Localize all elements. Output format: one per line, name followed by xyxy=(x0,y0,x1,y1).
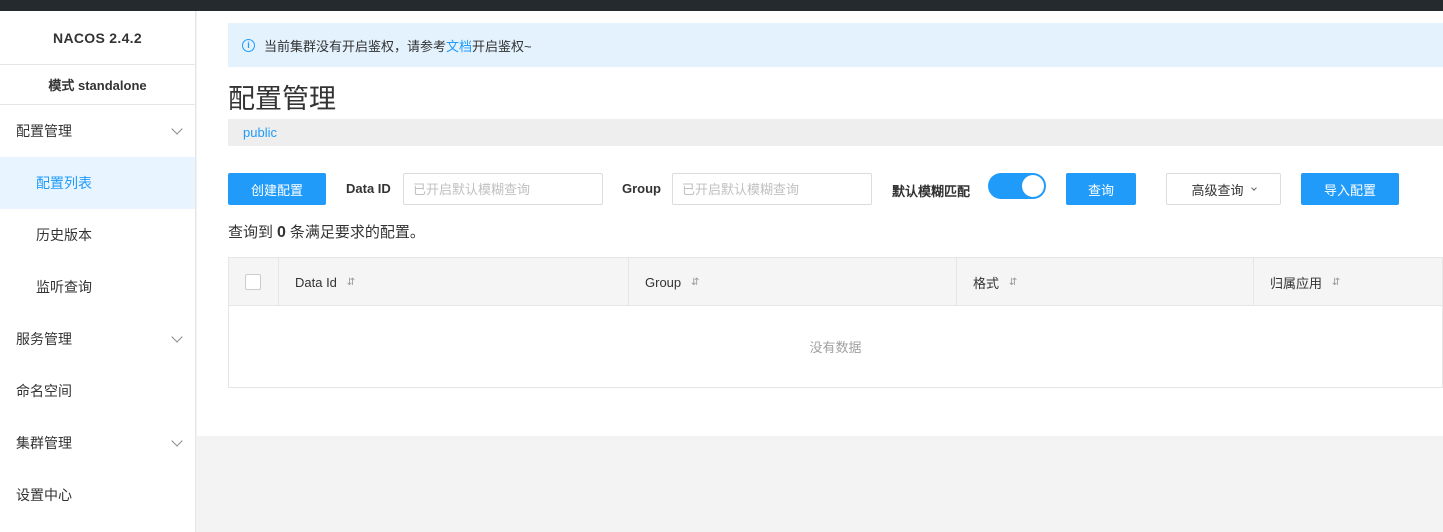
info-icon: i xyxy=(242,38,255,52)
top-bar xyxy=(0,0,1443,11)
fuzzy-match-toggle[interactable] xyxy=(988,173,1046,199)
import-config-button[interactable]: 导入配置 xyxy=(1301,173,1399,205)
sidebar-item-label: 服务管理 xyxy=(16,331,72,347)
auth-notice: i 当前集群没有开启鉴权，请参考 文档 开启鉴权~ xyxy=(228,23,1443,67)
namespace-tab-public[interactable]: public xyxy=(243,125,277,140)
toggle-knob xyxy=(1022,175,1044,197)
create-config-button[interactable]: 创建配置 xyxy=(228,173,326,205)
column-header-group[interactable]: Group ⇵ xyxy=(629,258,957,306)
namespace-bar: public xyxy=(228,119,1443,146)
sidebar-item-label: 命名空间 xyxy=(16,383,72,399)
column-label: 格式 xyxy=(973,275,1000,291)
sidebar-item-listener-query[interactable]: 监听查询 xyxy=(0,261,195,313)
sidebar-item-label: 配置列表 xyxy=(36,175,92,191)
advanced-query-button[interactable]: 高级查询 xyxy=(1166,173,1281,205)
query-button[interactable]: 查询 xyxy=(1066,173,1136,205)
sidebar: NACOS 2.4.2 模式 standalone 配置管理 配置列表 历史版本… xyxy=(0,11,196,532)
mode-label: 模式 standalone xyxy=(0,65,195,105)
page-title: 配置管理 xyxy=(228,84,336,114)
result-summary: 查询到 0 条满足要求的配置。 xyxy=(228,221,425,242)
advanced-query-label: 高级查询 xyxy=(1191,182,1244,198)
group-label: Group xyxy=(622,181,661,196)
column-label: 归属应用 xyxy=(1270,275,1323,291)
table-header: Data Id ⇵ Group ⇵ 格式 ⇵ 归属应用 ⇵ xyxy=(229,258,1442,306)
dataid-input[interactable] xyxy=(403,173,603,205)
notice-suffix: 开启鉴权~ xyxy=(472,38,532,54)
select-all-cell xyxy=(229,258,279,306)
sidebar-item-service-management[interactable]: 服务管理 xyxy=(0,313,195,365)
chevron-down-icon xyxy=(1250,184,1257,191)
chevron-down-icon xyxy=(171,331,183,343)
column-header-dataid[interactable]: Data Id ⇵ xyxy=(279,258,629,306)
sidebar-item-label: 设置中心 xyxy=(16,487,72,503)
column-header-format[interactable]: 格式 ⇵ xyxy=(957,258,1254,306)
sidebar-item-cluster-management[interactable]: 集群管理 xyxy=(0,417,195,469)
sort-icon[interactable]: ⇵ xyxy=(691,277,699,288)
sidebar-item-namespace[interactable]: 命名空间 xyxy=(0,365,195,417)
column-header-app[interactable]: 归属应用 ⇵ xyxy=(1254,258,1442,306)
config-table: Data Id ⇵ Group ⇵ 格式 ⇵ 归属应用 ⇵ 没有数据 xyxy=(228,257,1443,388)
empty-state: 没有数据 xyxy=(809,340,862,355)
sidebar-item-config-management[interactable]: 配置管理 xyxy=(0,105,195,157)
dataid-label: Data ID xyxy=(346,181,391,196)
sort-icon[interactable]: ⇵ xyxy=(347,277,355,288)
column-label: Group xyxy=(645,274,682,290)
sidebar-item-label: 历史版本 xyxy=(36,227,92,243)
brand-title: NACOS 2.4.2 xyxy=(0,11,195,65)
notice-prefix: 当前集群没有开启鉴权，请参考 xyxy=(264,38,447,54)
column-label: Data Id xyxy=(295,274,337,290)
select-all-checkbox[interactable] xyxy=(245,274,261,290)
result-suffix: 条满足要求的配置。 xyxy=(289,224,425,241)
sidebar-item-history[interactable]: 历史版本 xyxy=(0,209,195,261)
result-prefix: 查询到 xyxy=(228,224,274,241)
group-input[interactable] xyxy=(672,173,872,205)
sidebar-item-config-list[interactable]: 配置列表 xyxy=(0,157,195,209)
fuzzy-match-label: 默认模糊匹配 xyxy=(892,184,971,199)
main-content: i 当前集群没有开启鉴权，请参考 文档 开启鉴权~ 配置管理 public 创建配置… xyxy=(197,11,1443,436)
sort-icon[interactable]: ⇵ xyxy=(1009,277,1017,288)
notice-doc-link[interactable]: 文档 xyxy=(446,36,472,55)
result-count: 0 xyxy=(277,224,286,241)
sidebar-item-settings[interactable]: 设置中心 xyxy=(0,469,195,521)
sidebar-item-label: 监听查询 xyxy=(36,279,92,295)
sidebar-item-label: 集群管理 xyxy=(16,435,72,451)
chevron-down-icon xyxy=(171,435,183,447)
sort-icon[interactable]: ⇵ xyxy=(1332,277,1340,288)
sidebar-item-label: 配置管理 xyxy=(16,123,72,139)
chevron-down-icon xyxy=(171,123,183,135)
